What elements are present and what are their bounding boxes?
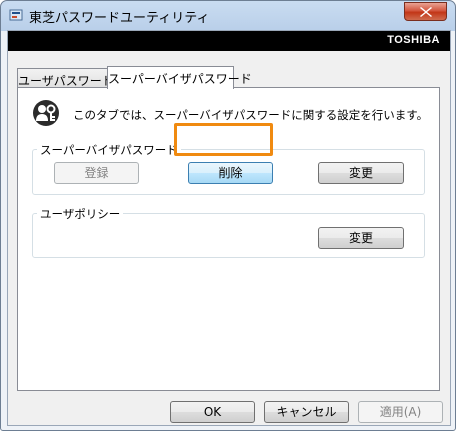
register-button[interactable]: 登録 [54, 162, 139, 184]
tab-description: このタブでは、スーパーバイザパスワードに関する設定を行います。 [73, 108, 429, 122]
supervisor-group-label: スーパーバイザパスワード [37, 142, 181, 158]
key-user-icon [33, 100, 59, 126]
tab-user-password[interactable]: ユーザパスワード [17, 68, 114, 88]
delete-button[interactable]: 削除 [188, 162, 273, 184]
brand-bar: TOSHIBA [8, 31, 450, 51]
client-area: TOSHIBA ユーザパスワード スーパーバイザパスワード このタブでは、スーパ… [7, 30, 451, 426]
policy-change-button[interactable]: 変更 [318, 227, 404, 249]
user-policy-group: ユーザポリシー 変更 [32, 206, 425, 258]
cancel-button[interactable]: キャンセル [264, 401, 349, 423]
title-bar[interactable]: 東芝パスワードユーティリティ [1, 1, 457, 29]
supervisor-change-button[interactable]: 変更 [318, 162, 404, 184]
policy-group-label: ユーザポリシー [37, 206, 124, 222]
app-icon [9, 9, 23, 21]
dialog-window: 東芝パスワードユーティリティ TOSHIBA ユーザパスワード スーパーバイザパ… [0, 0, 456, 431]
tab-supervisor-password[interactable]: スーパーバイザパスワード [107, 66, 252, 89]
window-title: 東芝パスワードユーティリティ [29, 11, 210, 26]
close-button[interactable] [404, 2, 447, 21]
ok-button[interactable]: OK [170, 401, 255, 423]
brand-logo: TOSHIBA [387, 34, 440, 46]
apply-button[interactable]: 適用(A) [358, 401, 443, 423]
close-icon [420, 7, 432, 17]
delete-button-highlight [174, 123, 273, 156]
